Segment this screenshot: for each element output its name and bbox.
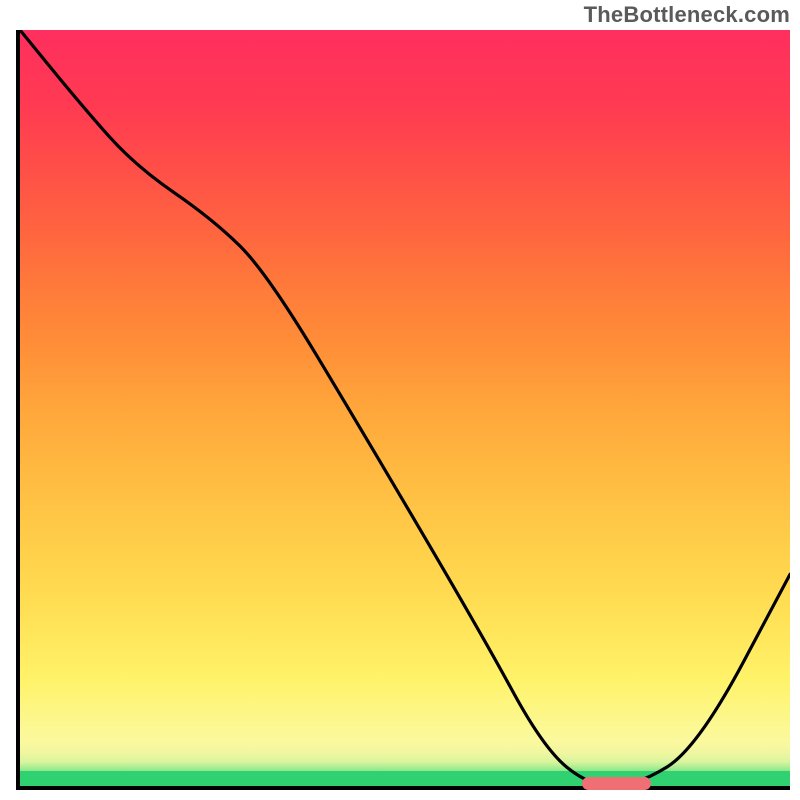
optimal-range-marker (582, 777, 651, 790)
attribution-text: TheBottleneck.com (584, 2, 790, 28)
bottleneck-curve (20, 30, 790, 786)
plot-area (16, 30, 790, 790)
chart-container: TheBottleneck.com (0, 0, 800, 800)
